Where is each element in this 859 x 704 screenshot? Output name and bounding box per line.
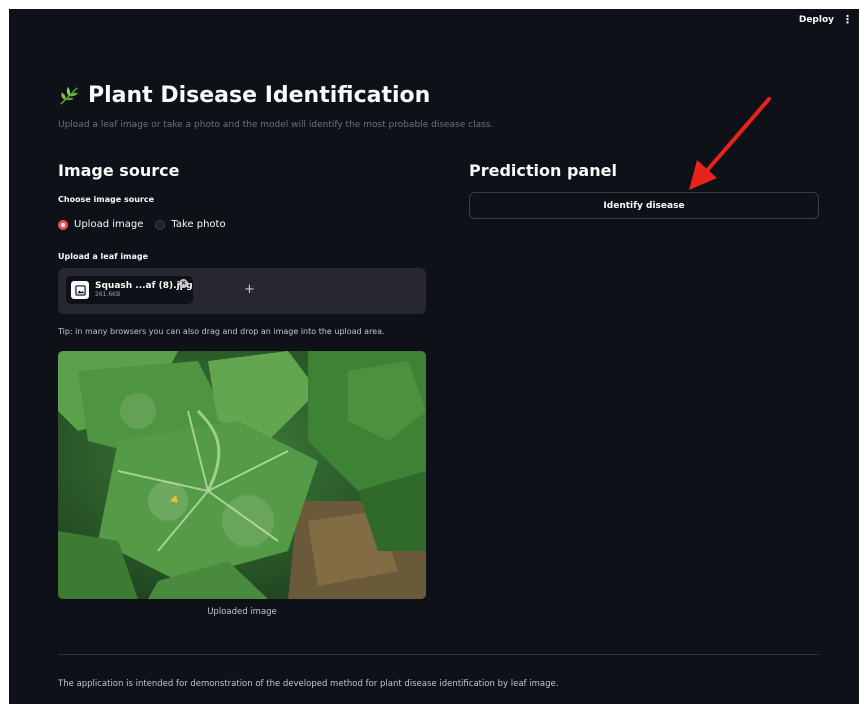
image-source-heading: Image source (58, 161, 180, 180)
file-uploader[interactable]: Squash ...af (8).jpg 261.6KB × + (58, 268, 426, 314)
radio-take-photo[interactable]: Take photo (155, 219, 226, 230)
kebab-menu-icon[interactable]: ⋮ (842, 14, 853, 25)
upload-tip: Tip: in many browsers you can also drag … (58, 327, 385, 336)
prediction-panel-heading: Prediction panel (469, 161, 617, 180)
radio-selected-indicator (58, 219, 68, 230)
uploaded-leaf-image (58, 351, 426, 599)
page-title-text: Plant Disease Identification (88, 83, 431, 108)
file-size: 261.6KB (95, 291, 121, 298)
add-file-icon[interactable]: + (244, 282, 255, 297)
remove-file-icon[interactable]: × (179, 279, 188, 288)
top-bar: Deploy ⋮ (9, 9, 859, 33)
page-subtitle: Upload a leaf image or take a photo and … (58, 120, 494, 130)
footer-note: The application is intended for demonstr… (58, 679, 559, 689)
page-title: Plant Disease Identification (58, 83, 430, 108)
source-radio-group: Upload image Take photo (58, 219, 238, 230)
radio-take-photo-label: Take photo (171, 219, 226, 230)
radio-upload-image[interactable]: Upload image (58, 219, 143, 230)
deploy-button[interactable]: Deploy (799, 15, 834, 25)
image-file-icon (71, 281, 89, 299)
source-label: Choose image source (58, 195, 155, 204)
radio-unselected-indicator (155, 219, 166, 230)
uploaded-file-chip: Squash ...af (8).jpg 261.6KB × (66, 276, 193, 304)
app-window: Deploy ⋮ Plant Disease Identification Up… (9, 9, 859, 704)
image-caption: Uploaded image (207, 607, 277, 617)
radio-upload-label: Upload image (74, 219, 144, 230)
file-name: Squash ...af (8).jpg (95, 281, 193, 291)
upload-label: Upload a leaf image (58, 252, 149, 261)
leaf-photo-graphic (58, 351, 426, 599)
herb-leaf-icon (60, 86, 79, 105)
file-info: Squash ...af (8).jpg 261.6KB (95, 281, 193, 299)
identify-disease-button[interactable]: Identify disease (469, 192, 819, 219)
footer-divider (58, 654, 819, 655)
annotation-arrow-icon (689, 97, 771, 190)
